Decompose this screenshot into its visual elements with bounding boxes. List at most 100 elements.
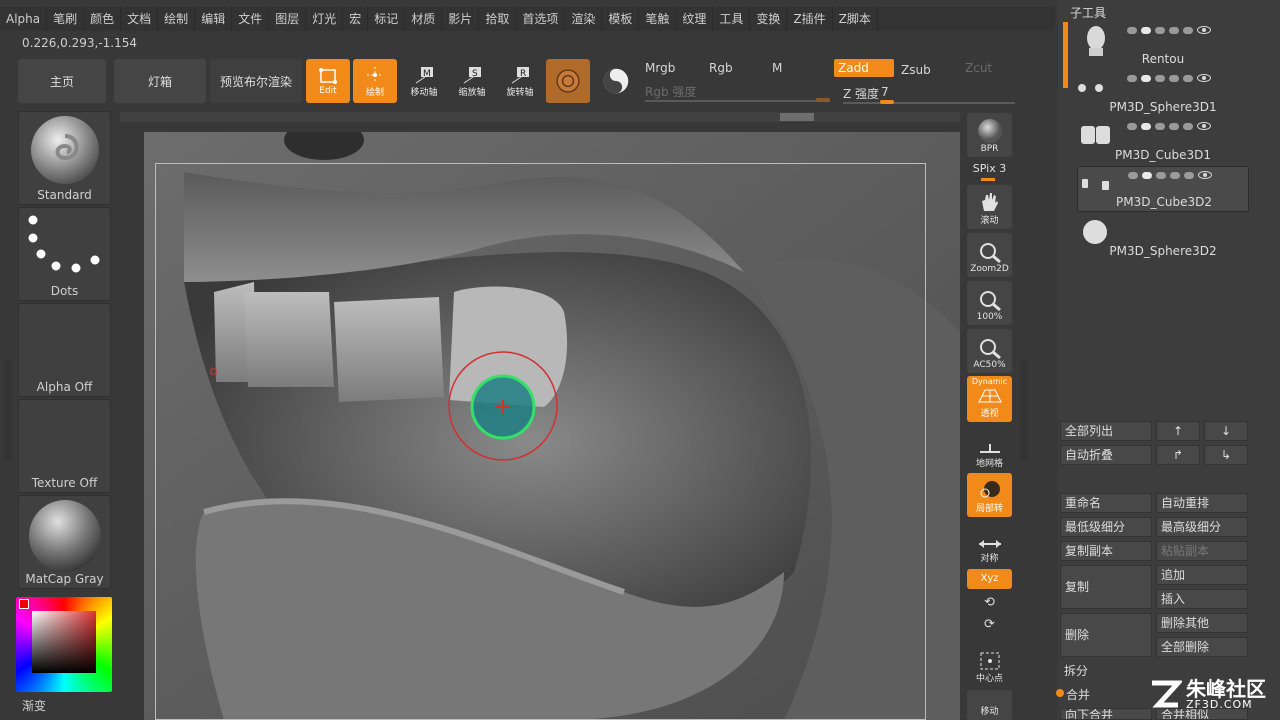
spix-control[interactable]: SPix 3 xyxy=(967,162,1012,175)
alpha-slot[interactable]: Alpha Off xyxy=(18,303,111,397)
spix-slider-knob[interactable] xyxy=(981,178,995,181)
primary-color-swatch[interactable] xyxy=(19,599,29,609)
sculpt-canvas[interactable] xyxy=(144,132,960,720)
center-button[interactable]: 中心点 xyxy=(967,643,1012,687)
menu-item-13[interactable]: 拾取 xyxy=(479,7,517,31)
delete-button[interactable]: 删除 xyxy=(1060,613,1152,657)
move-canvas-button[interactable]: 移动 xyxy=(967,690,1012,720)
delete-other-button[interactable]: 删除其他 xyxy=(1156,613,1248,633)
duplicate-button[interactable]: 复制副本 xyxy=(1060,541,1152,561)
bpr-button[interactable]: BPR xyxy=(967,113,1012,157)
floor-button[interactable]: 地网格 xyxy=(967,428,1012,472)
home-button[interactable]: 主页 xyxy=(18,59,106,103)
subtool-toggle[interactable] xyxy=(1169,122,1179,130)
subtool-item-cube3d2[interactable]: PM3D_Cube3D2 xyxy=(1077,166,1249,212)
menu-item-15[interactable]: 渲染 xyxy=(565,7,603,31)
texture-slot[interactable]: Texture Off xyxy=(18,399,111,493)
visibility-eye-icon[interactable] xyxy=(1197,74,1211,82)
subtool-toggle[interactable] xyxy=(1141,74,1151,82)
menu-item-9[interactable]: 宏 xyxy=(343,7,369,31)
menu-item-11[interactable]: 材质 xyxy=(405,7,443,31)
subtool-toggle[interactable] xyxy=(1170,171,1180,179)
zoom2d-button[interactable]: Zoom2D xyxy=(967,233,1012,277)
subtool-toggle[interactable] xyxy=(1155,74,1165,82)
draw-button[interactable]: 绘制 xyxy=(353,59,397,103)
menu-item-8[interactable]: 灯光 xyxy=(306,7,344,31)
subtool-item-cube3d1[interactable]: PM3D_Cube3D1 xyxy=(1077,118,1249,164)
move-down-button[interactable]: ↓ xyxy=(1204,421,1248,441)
menu-item-10[interactable]: 标记 xyxy=(368,7,406,31)
subtool-scrollbar[interactable] xyxy=(1063,22,1068,88)
copy-button[interactable]: 复制 xyxy=(1060,565,1152,609)
rotate-z-icon[interactable]: ⟳ xyxy=(967,617,1012,632)
delete-all-button[interactable]: 全部删除 xyxy=(1156,637,1248,657)
color-swatch-button[interactable] xyxy=(594,59,638,103)
paste-copy-button[interactable]: 粘贴副本 xyxy=(1156,541,1248,561)
stroke-slot[interactable]: Dots xyxy=(18,207,111,301)
subtool-toggle[interactable] xyxy=(1155,26,1165,34)
menu-item-20[interactable]: 变换 xyxy=(750,7,788,31)
edit-button[interactable]: Edit xyxy=(306,59,350,103)
local-button[interactable]: 局部转 xyxy=(967,473,1012,517)
subtool-toggle[interactable] xyxy=(1156,171,1166,179)
menu-item-3[interactable]: 文档 xyxy=(121,7,159,31)
arrow-down-right-button[interactable]: ↳ xyxy=(1204,445,1248,465)
zcut-toggle[interactable]: Zcut xyxy=(965,61,992,75)
auto-reorder-button[interactable]: 自动重排 xyxy=(1156,493,1248,513)
menu-item-2[interactable]: 颜色 xyxy=(84,7,122,31)
perspective-button[interactable]: Dynamic 透视 xyxy=(967,376,1012,422)
subtool-item-rentou[interactable]: Rentou xyxy=(1077,22,1249,68)
append-button[interactable]: 追加 xyxy=(1156,565,1248,585)
highest-subdiv-button[interactable]: 最高级细分 xyxy=(1156,517,1248,537)
menu-item-4[interactable]: 绘制 xyxy=(158,7,196,31)
zoom100-button[interactable]: 100% xyxy=(967,281,1012,325)
brush-slot[interactable]: Standard xyxy=(18,111,111,205)
lightbox-button[interactable]: 灯箱 xyxy=(114,59,206,103)
subtool-toggle[interactable] xyxy=(1184,171,1194,179)
subtool-toggle[interactable] xyxy=(1183,74,1193,82)
rgb-intensity-knob[interactable] xyxy=(816,98,830,102)
m-toggle[interactable]: M xyxy=(772,61,782,75)
subtool-toggle[interactable] xyxy=(1183,122,1193,130)
arrow-up-right-button[interactable]: ↱ xyxy=(1156,445,1200,465)
subtool-toggle[interactable] xyxy=(1128,171,1138,179)
move-button[interactable]: M 移动轴 xyxy=(402,59,446,103)
subtool-toggle[interactable] xyxy=(1141,122,1151,130)
visibility-eye-icon[interactable] xyxy=(1197,26,1211,34)
subtool-toggle[interactable] xyxy=(1169,26,1179,34)
z-intensity-slider[interactable] xyxy=(843,102,1015,104)
visibility-eye-icon[interactable] xyxy=(1198,171,1212,179)
subtool-item-sphere3d1[interactable]: PM3D_Sphere3D1 xyxy=(1077,70,1249,116)
merge-down-button[interactable]: 向下合并 xyxy=(1060,708,1152,720)
subtool-toggle[interactable] xyxy=(1141,26,1151,34)
list-all-button[interactable]: 全部列出 xyxy=(1060,421,1152,441)
symmetry-button[interactable]: 对称 xyxy=(967,523,1012,567)
menu-item-6[interactable]: 文件 xyxy=(232,7,270,31)
subtool-toggle[interactable] xyxy=(1155,122,1165,130)
color-picker-square[interactable] xyxy=(32,611,96,673)
menu-item-16[interactable]: 模板 xyxy=(602,7,640,31)
menu-item-22[interactable]: Z脚本 xyxy=(833,7,878,31)
z-intensity-knob[interactable] xyxy=(880,100,894,104)
rotate-y-icon[interactable]: ⟲ xyxy=(967,595,1012,610)
subtool-toggle[interactable] xyxy=(1127,122,1137,130)
subtool-toggle[interactable] xyxy=(1169,74,1179,82)
menu-item-18[interactable]: 纹理 xyxy=(676,7,714,31)
ac50-button[interactable]: AC50% xyxy=(967,329,1012,373)
menu-item-19[interactable]: 工具 xyxy=(713,7,751,31)
menu-item-7[interactable]: 图层 xyxy=(269,7,307,31)
menu-item-0[interactable]: Alpha xyxy=(0,7,48,31)
material-slot[interactable]: MatCap Gray xyxy=(18,495,111,589)
menu-item-5[interactable]: 编辑 xyxy=(195,7,233,31)
split-section[interactable]: 拆分 xyxy=(1064,662,1088,679)
auto-collapse-button[interactable]: 自动折叠 xyxy=(1060,445,1152,465)
merge-section[interactable]: 合并 xyxy=(1066,686,1090,703)
menu-item-1[interactable]: 笔刷 xyxy=(47,7,85,31)
scale-button[interactable]: S 缩放轴 xyxy=(450,59,494,103)
insert-button[interactable]: 插入 xyxy=(1156,589,1248,609)
visibility-eye-icon[interactable] xyxy=(1197,122,1211,130)
rgb-toggle[interactable]: Rgb xyxy=(709,61,733,75)
subtool-item-sphere3d2[interactable]: PM3D_Sphere3D2 xyxy=(1077,214,1249,260)
material-button[interactable] xyxy=(546,59,590,103)
lowest-subdiv-button[interactable]: 最低级细分 xyxy=(1060,517,1152,537)
